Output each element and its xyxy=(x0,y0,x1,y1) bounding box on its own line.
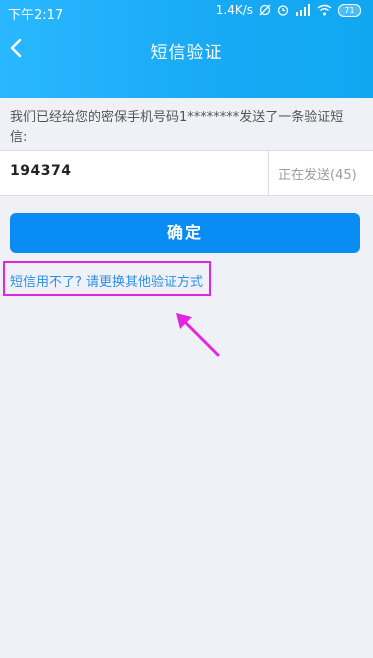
nav-bar: 短信验证 xyxy=(0,24,373,76)
verification-info-text: 我们已经给您的密保手机号码1********发送了一条验证短信: xyxy=(10,110,344,145)
highlight-box xyxy=(3,261,211,296)
sync-off-icon xyxy=(259,4,271,16)
wifi-icon xyxy=(317,4,332,16)
top-header: 下午2:17 1.4K/s 71 短信验证 xyxy=(0,0,373,98)
code-input-row: 194374 正在发送(45) xyxy=(0,150,373,196)
signal-icon xyxy=(296,4,310,16)
battery-icon: 71 xyxy=(338,3,361,17)
status-bar: 下午2:17 1.4K/s 71 xyxy=(0,0,373,24)
status-icons: 1.4K/s 71 xyxy=(216,3,361,17)
status-time: 下午2:17 xyxy=(8,8,64,23)
resend-countdown-button[interactable]: 正在发送(45) xyxy=(278,164,357,183)
sms-code-input[interactable]: 194374 xyxy=(10,163,71,179)
arrow-annotation-icon xyxy=(176,313,220,357)
alarm-icon xyxy=(277,5,289,16)
network-speed: 1.4K/s xyxy=(215,3,253,17)
page-title: 短信验证 xyxy=(150,43,223,63)
divider xyxy=(268,151,269,195)
confirm-button[interactable]: 确定 xyxy=(10,213,360,253)
